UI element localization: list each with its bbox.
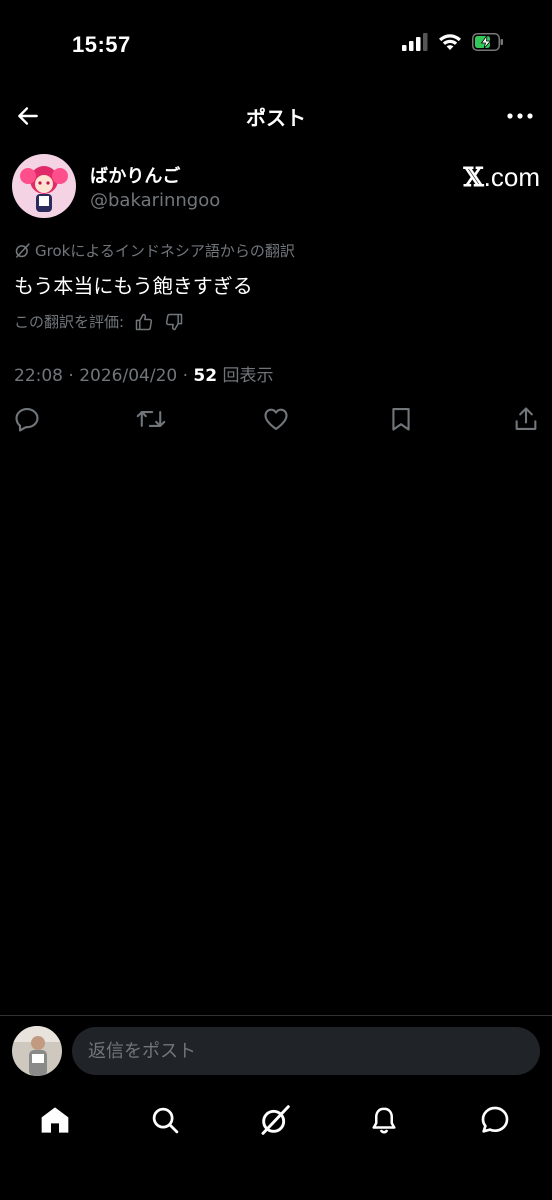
bookmark-icon xyxy=(392,408,410,431)
more-dots-icon xyxy=(507,113,533,119)
views-count: 52 xyxy=(193,366,218,386)
nav-home[interactable] xyxy=(35,1100,75,1140)
translation-rating: この翻訳を評価: xyxy=(14,311,184,332)
search-icon xyxy=(152,1107,179,1134)
post-date[interactable]: 2026/04/20 xyxy=(79,366,177,386)
x-com-badge[interactable]: 𝕏.com xyxy=(463,162,540,193)
post-actions xyxy=(0,404,552,438)
post-time[interactable]: 22:08 xyxy=(14,366,63,386)
meta-separator: · xyxy=(68,366,80,386)
views-label: 回表示 xyxy=(222,366,274,386)
thumbs-up-button[interactable] xyxy=(134,312,154,332)
translation-note-text: Grokによるインドネシア語からの翻訳 xyxy=(35,242,295,260)
rate-label: この翻訳を評価: xyxy=(14,313,125,331)
current-user-avatar[interactable] xyxy=(12,1026,62,1076)
x-logo-text: 𝕏 xyxy=(463,163,484,193)
grok-icon xyxy=(261,1105,290,1135)
author-avatar[interactable] xyxy=(12,154,76,218)
thumbs-down-button[interactable] xyxy=(164,312,184,332)
like-button[interactable] xyxy=(261,404,291,434)
reply-input[interactable] xyxy=(72,1027,540,1075)
status-time: 15:57 xyxy=(72,32,131,57)
nav-search[interactable] xyxy=(145,1100,185,1140)
meta-separator: · xyxy=(182,366,194,386)
translation-note: Grokによるインドネシア語からの翻訳 xyxy=(14,240,295,261)
thumbs-down-icon xyxy=(165,313,183,330)
author-display-name[interactable]: ばかりんご xyxy=(90,162,180,188)
bottom-nav xyxy=(0,1090,552,1150)
nav-notifications[interactable] xyxy=(364,1100,404,1140)
status-icons xyxy=(402,33,504,51)
heart-icon xyxy=(264,408,288,430)
author-handle[interactable]: @bakarinngoo xyxy=(90,190,220,211)
post-meta: 22:08 · 2026/04/20 · 52 回表示 xyxy=(14,361,274,386)
repost-icon xyxy=(136,411,166,427)
signal-icon xyxy=(402,33,428,51)
wifi-icon xyxy=(439,34,461,50)
top-header: ポスト xyxy=(0,90,552,142)
share-icon xyxy=(515,407,537,430)
home-icon xyxy=(41,1107,69,1133)
message-icon xyxy=(481,1106,509,1133)
page-title: ポスト xyxy=(246,106,306,130)
share-button[interactable] xyxy=(511,404,541,434)
x-com-text: .com xyxy=(483,162,540,192)
repost-button[interactable] xyxy=(136,404,166,434)
status-bar: 15:57 xyxy=(0,0,552,90)
reply-button[interactable] xyxy=(12,404,42,434)
grok-icon xyxy=(15,243,30,258)
bell-icon xyxy=(372,1107,396,1134)
more-button[interactable] xyxy=(502,98,538,134)
nav-messages[interactable] xyxy=(475,1100,515,1140)
reply-divider xyxy=(0,1015,552,1016)
thumbs-up-icon xyxy=(135,313,153,330)
reply-icon xyxy=(15,408,39,432)
battery-icon xyxy=(472,33,503,51)
nav-grok[interactable] xyxy=(255,1100,295,1140)
post-author: ばかりんご @bakarinngoo 𝕏.com xyxy=(12,154,540,220)
post-text: もう本当にもう飽きすぎる xyxy=(14,274,253,298)
bookmark-button[interactable] xyxy=(386,404,416,434)
